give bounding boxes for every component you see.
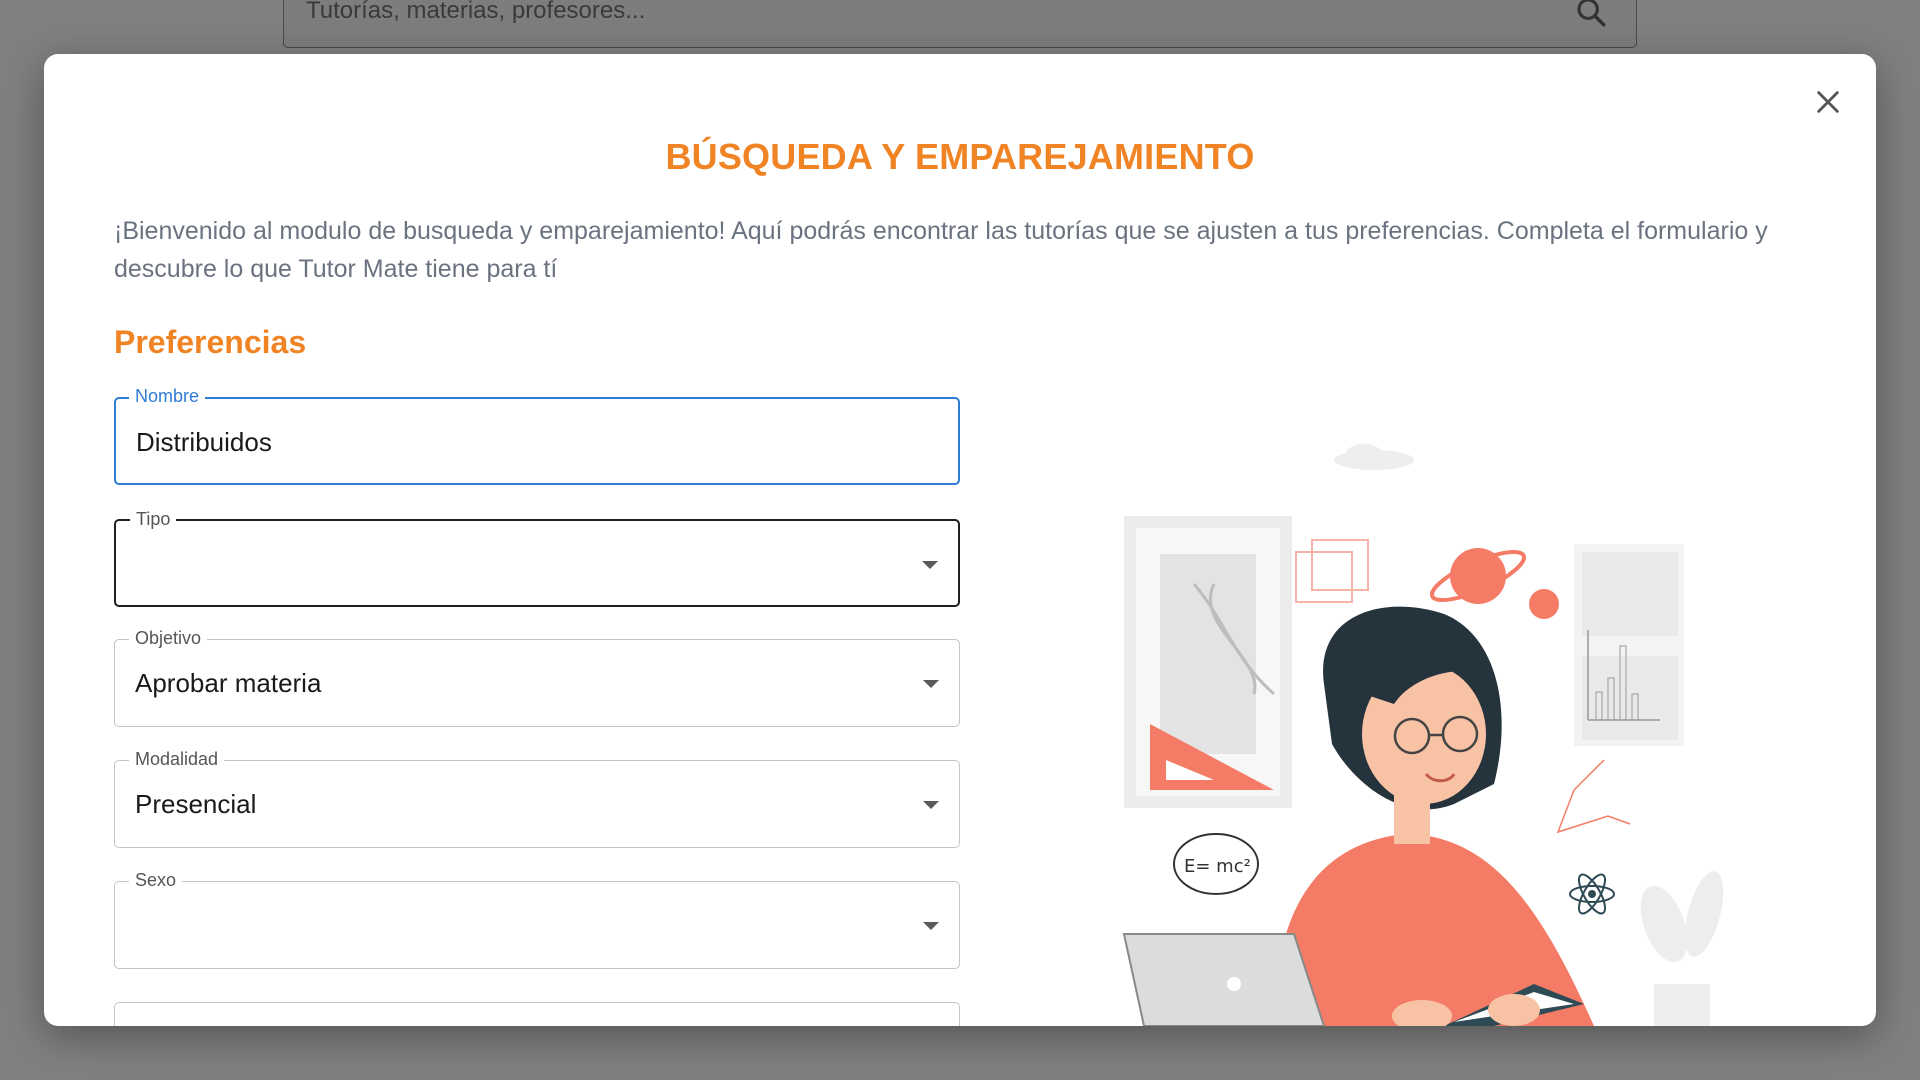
modal-title: BÚSQUEDA Y EMPAREJAMIENTO [665, 136, 1255, 177]
background-search-placeholder: Tutorías, materias, profesores... [306, 0, 646, 24]
nombre-value[interactable]: Distribuidos [136, 427, 272, 458]
chevron-down-icon[interactable] [923, 680, 939, 688]
modalidad-select[interactable]: Modalidad Presencial [114, 748, 960, 848]
sexo-select[interactable]: Sexo [114, 869, 960, 969]
search-icon [1574, 0, 1608, 34]
close-icon[interactable] [1808, 82, 1848, 122]
chevron-down-icon[interactable] [923, 801, 939, 809]
objetivo-value: Aprobar materia [135, 668, 322, 698]
chevron-down-icon[interactable] [922, 561, 938, 569]
preferences-heading: Preferencias [114, 324, 307, 360]
next-field[interactable] [114, 1002, 960, 1026]
chevron-down-icon[interactable] [923, 922, 939, 930]
student-illustration: E= mc² [1122, 444, 1724, 1026]
nombre-field[interactable]: Nombre Distribuidos [114, 385, 960, 485]
objetivo-select[interactable]: Objetivo Aprobar materia [114, 627, 960, 727]
tipo-label: Tipo [130, 508, 177, 530]
modalidad-label: Modalidad [129, 748, 225, 770]
search-matching-modal: BÚSQUEDA Y EMPAREJAMIENTO ¡Bienvenido al… [44, 54, 1876, 1026]
tipo-select[interactable]: Tipo [114, 508, 960, 607]
intro-text: ¡Bienvenido al modulo de busqueda y empa… [114, 217, 1768, 283]
objetivo-label: Objetivo [129, 627, 208, 649]
modalidad-value: Presencial [135, 789, 257, 819]
background-search-bar: Tutorías, materias, profesores... [283, 0, 1637, 48]
nombre-label: Nombre [129, 385, 206, 407]
formula-text: E= mc² [1184, 856, 1251, 877]
sexo-label: Sexo [129, 869, 183, 891]
